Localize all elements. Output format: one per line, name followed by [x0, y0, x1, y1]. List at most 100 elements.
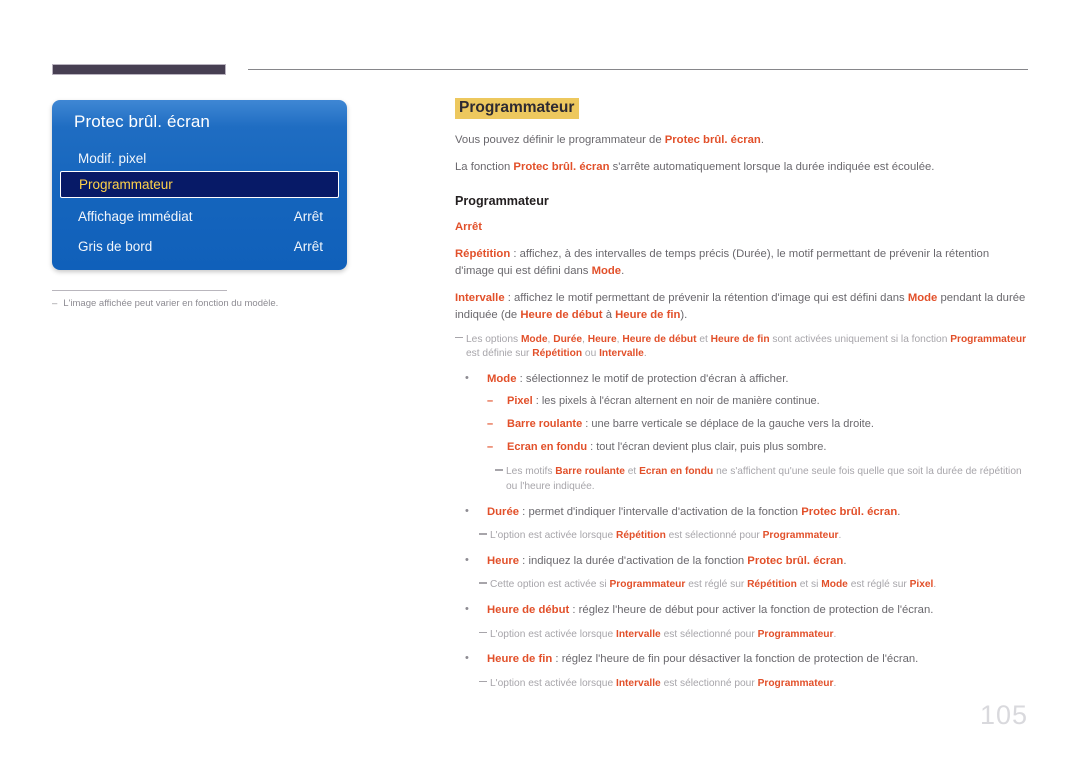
sub-bullet-barre-roulante: – Barre roulante : une barre verticale s… — [487, 417, 1028, 433]
note-duree-p3: . — [838, 530, 842, 542]
note-opt-k7: Répétition — [532, 348, 583, 360]
note-heure-k4: Pixel — [909, 579, 934, 591]
sub-pixel-desc: : les pixels à l'écran alternent en noir… — [532, 395, 820, 408]
footnote-text: L'image affichée peut varier en fonction… — [63, 298, 279, 309]
note-opt-k5: Heure de fin — [710, 333, 770, 345]
sub-bullet-barre-text: Barre roulante : une barre verticale se … — [507, 417, 1028, 433]
option-repetition-keyword: Répétition — [455, 248, 511, 261]
note-opt-k4: Heure de début — [622, 333, 697, 345]
footnote-separator — [52, 290, 227, 291]
sub-bullet-dash-icon: – — [487, 418, 494, 431]
bullet-dot-icon: • — [465, 603, 469, 616]
note-motifs-p1: Les motifs — [506, 466, 556, 478]
intro2-keyword: Protec brûl. écran — [513, 161, 610, 174]
note-dash-icon — [479, 579, 490, 594]
bullet-heure-keyword2: Protec brûl. écran — [747, 555, 844, 567]
sub-bullet-pixel: – Pixel : les pixels à l'écran alternent… — [487, 394, 1028, 410]
bullet-heure-tail: . — [843, 555, 847, 567]
note-opt-p8: ou — [582, 348, 600, 360]
sub-barre-keyword: Barre roulante — [507, 418, 583, 431]
bullet-dot-icon: • — [465, 372, 469, 385]
bullet-duree: • Durée : permet d'indiquer l'intervalle… — [465, 504, 1028, 520]
note-heure-k1: Programmateur — [609, 579, 686, 591]
option-intervalle-tail: ). — [680, 308, 688, 321]
section-title: Programmateur — [455, 98, 580, 119]
bullet-heure-de-fin: • Heure de fin : réglez l'heure de fin p… — [465, 651, 1028, 667]
intro2-b: s'arrête automatiquement lorsque la duré… — [609, 161, 935, 174]
bullet-dot-icon: • — [465, 504, 469, 517]
bullet-duree-keyword: Durée — [487, 505, 520, 518]
note-duree-p2: est sélectionné pour — [665, 530, 763, 542]
note-heure-text: Cette option est activée si Programmateu… — [490, 578, 1028, 593]
osd-item-label: Modif. pixel — [78, 150, 147, 166]
note-debut-p1: L'option est activée lorsque — [490, 628, 616, 640]
note-dash-icon — [479, 678, 490, 693]
header-accent-bar — [52, 64, 226, 75]
note-debut-k1: Intervalle — [615, 628, 661, 640]
note-fin-p3: . — [833, 677, 837, 689]
option-intervalle-keyword-debut: Heure de début — [520, 308, 603, 321]
note-fin-p1: L'option est activée lorsque — [490, 677, 616, 689]
note-opt-k6: Programmateur — [950, 333, 1027, 345]
note-opt-p6: sont activées uniquement si la fonction — [769, 333, 951, 345]
header-divider-line — [248, 69, 1028, 70]
note-dash-icon — [479, 629, 490, 644]
osd-menu-item-affichage-immediat[interactable]: Affichage immédiat Arrêt — [52, 203, 347, 229]
note-duree-p1: L'option est activée lorsque — [490, 530, 616, 542]
option-repetition-tail: . — [621, 264, 625, 277]
note-opt-k3: Heure — [587, 333, 617, 345]
note-motifs-k2: Ecran en fondu — [639, 466, 714, 478]
option-intervalle-text: : affichez le motif permettant de préven… — [504, 292, 908, 305]
option-intervalle-keyword-mode: Mode — [907, 292, 938, 305]
note-heure-p5: . — [933, 579, 937, 591]
bullet-mode: • Mode : sélectionnez le motif de protec… — [465, 371, 1028, 387]
osd-item-value: Arrêt — [293, 238, 323, 254]
bullet-mode-desc: : sélectionnez le motif de protection d'… — [516, 373, 789, 386]
osd-menu-item-gris-de-bord[interactable]: Gris de bord Arrêt — [52, 233, 347, 259]
bullet-debut-text: Heure de début : réglez l'heure de début… — [487, 602, 1028, 618]
note-heure-p1: Cette option est activée si — [490, 579, 610, 591]
note-fin-k1: Intervalle — [615, 677, 661, 689]
note-dash-icon — [479, 530, 490, 545]
note-motifs-text: Les motifs Barre roulante et Ecran en fo… — [506, 465, 1028, 495]
note-debut-p2: est sélectionné pour — [660, 628, 758, 640]
osd-item-label: Affichage immédiat — [78, 208, 193, 224]
note-opt-p7: est définie sur — [466, 348, 533, 360]
bullet-fin-keyword: Heure de fin — [487, 653, 553, 666]
sub-pixel-keyword: Pixel — [507, 395, 533, 408]
page-number: 105 — [979, 700, 1028, 730]
option-repetition-keyword-mode: Mode — [591, 264, 622, 277]
option-arret: Arrêt — [455, 219, 1028, 236]
bullet-duree-keyword2: Protec brûl. écran — [801, 505, 898, 518]
note-duree-k2: Programmateur — [762, 530, 839, 542]
osd-menu-item-modif-pixel[interactable]: Modif. pixel — [52, 145, 347, 171]
osd-item-label: Programmateur — [79, 177, 173, 192]
sub-fondu-keyword: Ecran en fondu — [507, 441, 588, 454]
intro1-keyword: Protec brûl. écran — [664, 133, 761, 146]
note-fin-text: L'option est activée lorsque Intervalle … — [490, 677, 1028, 692]
sub-bullet-pixel-text: Pixel : les pixels à l'écran alternent e… — [507, 394, 1028, 410]
note-heure-de-fin: L'option est activée lorsque Intervalle … — [479, 677, 1028, 692]
note-options-enabled: Les options Mode, Durée, Heure, Heure de… — [455, 333, 1028, 363]
note-duree-k1: Répétition — [615, 530, 666, 542]
note-fin-p2: est sélectionné pour — [660, 677, 758, 689]
sub-bullet-fondu-text: Ecran en fondu : tout l'écran devient pl… — [507, 440, 1028, 456]
intro1-a: Vous pouvez définir le programmateur de — [455, 133, 665, 146]
bullet-heure-keyword: Heure — [487, 555, 520, 567]
sub-fondu-desc: : tout l'écran devient plus clair, puis … — [587, 441, 827, 454]
note-duree: L'option est activée lorsque Répétition … — [479, 529, 1028, 544]
footnote: – L'image affichée peut varier en foncti… — [52, 298, 347, 310]
bullet-fin-desc: : réglez l'heure de fin pour désactiver … — [552, 653, 919, 666]
osd-item-value: Arrêt — [293, 208, 323, 224]
bullet-debut-keyword: Heure de début — [487, 604, 570, 617]
note-opt-p1: Les options — [466, 333, 521, 345]
bullet-duree-text: Durée : permet d'indiquer l'intervalle d… — [487, 504, 1028, 520]
bullet-heure-desc: : indiquez la durée d'activation de la f… — [519, 555, 748, 567]
option-intervalle-keyword-fin: Heure de fin — [615, 308, 681, 321]
bullet-duree-tail: . — [897, 505, 901, 518]
bullet-debut-desc: : réglez l'heure de début pour activer l… — [569, 604, 934, 617]
note-heure: Cette option est activée si Programmateu… — [479, 578, 1028, 593]
osd-menu-item-programmateur[interactable]: Programmateur — [60, 171, 339, 198]
intro1-b: . — [760, 133, 764, 146]
note-motifs: Les motifs Barre roulante et Ecran en fo… — [495, 465, 1028, 495]
